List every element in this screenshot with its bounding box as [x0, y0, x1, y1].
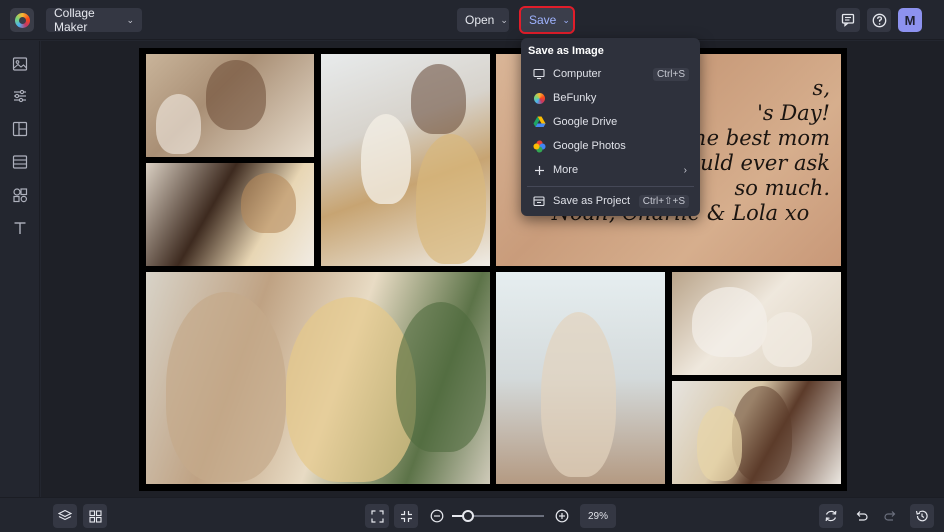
collage-photo-2[interactable] [146, 163, 314, 266]
collage-photo-6[interactable] [496, 272, 665, 484]
layers-icon [58, 509, 72, 521]
zoom-out-icon [430, 509, 444, 523]
menu-divider [527, 186, 694, 187]
save-more-item[interactable]: More › [521, 159, 700, 181]
befunky-logo[interactable] [10, 8, 34, 32]
image-icon [12, 57, 28, 71]
undo-button[interactable] [849, 504, 873, 528]
bottom-bar: 29% [0, 497, 944, 532]
fullscreen-icon [370, 509, 384, 523]
texture-icon [12, 155, 28, 169]
save-button[interactable]: Save ⌄ [519, 6, 575, 34]
save-as-project-shortcut: Ctrl+⇧+S [638, 194, 689, 208]
left-sidebar [0, 41, 40, 497]
chevron-down-icon: ⌄ [562, 14, 570, 25]
save-label: Save [529, 13, 557, 27]
sidebar-photos-button[interactable] [10, 54, 30, 74]
zoom-in-button[interactable] [554, 508, 570, 524]
save-google-drive-item[interactable]: Google Drive [521, 111, 700, 133]
app-mode-dropdown[interactable]: Collage Maker ⌄ [46, 6, 142, 34]
save-befunky-label: BeFunky [553, 92, 597, 104]
history-button[interactable] [910, 504, 934, 528]
chevron-right-icon: › [683, 164, 687, 176]
grid-icon [88, 509, 102, 523]
monitor-icon [532, 67, 546, 81]
zoom-out-button[interactable] [429, 508, 445, 524]
shrink-icon [400, 510, 412, 522]
refresh-icon [825, 510, 837, 522]
user-avatar[interactable]: M [898, 8, 922, 32]
top-bar: Collage Maker ⌄ Open ⌄ Save ⌄ M [0, 0, 944, 40]
save-as-project-item[interactable]: Save as Project Ctrl+⇧+S [521, 190, 700, 212]
collage-photo-1[interactable] [146, 54, 314, 157]
collage-photo-8[interactable] [672, 381, 841, 484]
layers-button[interactable] [53, 504, 77, 528]
sidebar-graphics-button[interactable] [10, 185, 30, 205]
save-google-photos-item[interactable]: Google Photos [521, 135, 700, 157]
zoom-in-icon [555, 509, 569, 523]
save-menu-header: Save as Image [528, 45, 604, 57]
help-icon [872, 13, 886, 27]
app-window: Collage Maker ⌄ Open ⌄ Save ⌄ M s, 's Da… [0, 0, 944, 532]
fit-to-screen-button[interactable] [365, 504, 389, 528]
layout-icon [12, 121, 28, 137]
plus-icon [532, 163, 546, 177]
open-label: Open [465, 13, 495, 27]
save-menu: Save as Image Computer Ctrl+S BeFunky Go… [521, 38, 700, 216]
undo-icon [856, 511, 868, 521]
save-as-project-label: Save as Project [553, 195, 631, 207]
redo-button[interactable] [879, 504, 903, 528]
collage-photo-3[interactable] [321, 54, 490, 266]
text-icon [14, 222, 26, 234]
history-icon [915, 510, 928, 522]
zoom-slider[interactable] [452, 510, 544, 522]
befunky-icon [532, 91, 546, 105]
save-computer-label: Computer [553, 68, 602, 80]
save-computer-item[interactable]: Computer Ctrl+S [521, 63, 700, 85]
save-google-photos-label: Google Photos [553, 140, 626, 152]
zoom-percentage[interactable]: 29% [580, 504, 616, 528]
sidebar-text-button[interactable] [10, 218, 30, 238]
sidebar-backgrounds-button[interactable] [10, 152, 30, 172]
save-computer-shortcut: Ctrl+S [652, 67, 689, 81]
collage-photo-7[interactable] [672, 272, 841, 375]
redo-icon [884, 511, 896, 521]
sidebar-layouts-button[interactable] [10, 119, 30, 139]
actual-size-button[interactable] [394, 504, 418, 528]
sliders-icon [14, 89, 26, 103]
google-drive-icon [532, 115, 546, 129]
grid-view-button[interactable] [83, 504, 107, 528]
app-mode-label: Collage Maker [54, 6, 95, 34]
comments-button[interactable] [836, 8, 860, 32]
save-google-drive-label: Google Drive [553, 116, 618, 128]
reset-button[interactable] [819, 504, 843, 528]
collage-photo-5[interactable] [146, 272, 490, 484]
shapes-icon [13, 188, 28, 203]
project-save-icon [532, 194, 546, 208]
save-more-label: More [553, 164, 579, 176]
chevron-down-icon: ⌄ [500, 14, 508, 25]
open-button[interactable]: Open ⌄ [457, 8, 509, 32]
google-photos-icon [532, 139, 546, 153]
comment-icon [841, 13, 855, 27]
save-befunky-item[interactable]: BeFunky [521, 87, 700, 109]
help-button[interactable] [867, 8, 891, 32]
sidebar-adjust-button[interactable] [10, 86, 30, 106]
chevron-down-icon: ⌄ [126, 14, 134, 25]
zoom-slider-thumb[interactable] [462, 510, 474, 522]
